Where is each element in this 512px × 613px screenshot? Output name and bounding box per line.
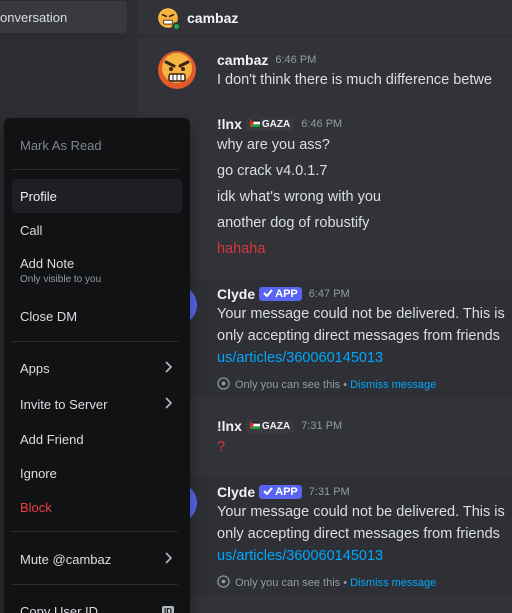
message-text: why are you ass? <box>217 137 330 153</box>
ephemeral-note-text: Only you can see this • <box>235 379 348 391</box>
system-message-item[interactable]: Clyde APP 6:47 PM Your message could not… <box>137 279 512 397</box>
message-item[interactable]: cambaz 6:46 PM I don't think there is mu… <box>137 36 512 106</box>
flag-icon <box>249 118 260 130</box>
apps-item[interactable]: Apps <box>12 351 182 385</box>
mark-as-read-item[interactable]: Mark As Read <box>12 128 182 162</box>
check-icon <box>263 486 273 498</box>
server-tag-label: GAZA <box>261 420 291 432</box>
check-icon <box>263 288 273 300</box>
ephemeral-note: Only you can see this • Dismiss message <box>217 377 436 393</box>
ignore-label: Ignore <box>20 465 57 481</box>
app-badge: APP <box>259 287 302 301</box>
message-text-red: hahaha <box>217 241 266 257</box>
add-friend-label: Add Friend <box>20 431 84 447</box>
server-tag-badge[interactable]: GAZA <box>245 419 295 433</box>
app-badge-label: APP <box>275 486 298 498</box>
call-label: Call <box>20 222 43 238</box>
profile-label: Profile <box>20 188 57 204</box>
add-note-label: Add Note <box>20 255 75 271</box>
message-username[interactable]: Clyde <box>217 286 255 302</box>
eye-icon <box>217 377 230 393</box>
message-username[interactable]: !lnx <box>217 116 242 132</box>
message-timestamp: 6:46 PM <box>301 118 343 130</box>
app-badge: APP <box>259 485 302 499</box>
apps-label: Apps <box>20 360 50 376</box>
chevron-right-icon <box>164 360 173 376</box>
channel-header: cambaz <box>137 0 512 36</box>
chevron-right-icon <box>164 396 173 412</box>
block-label: Block <box>20 499 52 515</box>
message-link[interactable]: us/articles/360060145013 <box>217 548 383 564</box>
close-dm-label: Close DM <box>20 308 78 324</box>
message-username[interactable]: Clyde <box>217 484 255 500</box>
menu-divider <box>12 341 178 342</box>
message-item[interactable]: !lnx GAZA 6:46 PM why are you ass? go cr… <box>137 114 512 264</box>
invite-to-server-label: Invite to Server <box>20 396 108 412</box>
close-dm-item[interactable]: Close DM <box>12 299 182 333</box>
chevron-right-icon <box>164 551 173 567</box>
channel-title: cambaz <box>187 9 239 26</box>
flag-icon <box>249 420 260 432</box>
eye-icon <box>217 575 230 591</box>
server-tag-badge[interactable]: GAZA <box>245 117 295 131</box>
message-timestamp: 7:31 PM <box>301 420 343 432</box>
user-context-menu: Mark As Read Profile Call Add Note Only … <box>4 118 190 613</box>
server-tag-label: GAZA <box>261 118 291 130</box>
message-timestamp: 7:31 PM <box>308 486 350 498</box>
mute-user-label: Mute @cambaz <box>20 551 112 567</box>
ephemeral-note-text: Only you can see this • <box>235 577 348 589</box>
block-item[interactable]: Block <box>12 490 182 524</box>
angry-face-avatar[interactable] <box>157 50 197 90</box>
angry-face-icon <box>158 51 196 89</box>
message-link[interactable]: us/articles/360060145013 <box>217 350 383 366</box>
menu-divider <box>12 531 178 532</box>
message-text: another dog of robustify <box>217 215 370 231</box>
copy-user-id-label: Copy User ID <box>20 603 99 613</box>
mute-user-item[interactable]: Mute @cambaz <box>12 542 182 576</box>
profile-item[interactable]: Profile <box>12 179 182 213</box>
add-note-item[interactable]: Add Note Only visible to you <box>12 249 182 291</box>
ignore-item[interactable]: Ignore <box>12 456 182 490</box>
message-timestamp: 6:46 PM <box>275 54 317 66</box>
mark-as-read-label: Mark As Read <box>20 137 102 153</box>
ephemeral-note: Only you can see this • Dismiss message <box>217 575 436 591</box>
system-message-item[interactable]: Clyde APP 7:31 PM Your message could not… <box>137 477 512 595</box>
header-avatar[interactable] <box>157 6 181 31</box>
message-text: only accepting direct messages from frie… <box>217 328 500 344</box>
find-conversation-label: onversation <box>0 9 68 25</box>
find-conversation-button[interactable]: onversation <box>0 1 127 33</box>
app-badge-label: APP <box>275 288 298 300</box>
message-text: go crack v4.0.1.7 <box>217 163 328 179</box>
add-friend-item[interactable]: Add Friend <box>12 422 182 456</box>
message-timestamp: 6:47 PM <box>308 288 350 300</box>
add-note-sublabel: Only visible to you <box>20 273 102 285</box>
message-text: idk what's wrong with you <box>217 189 381 205</box>
message-text: Your message could not be delivered. Thi… <box>217 504 505 520</box>
invite-to-server-item[interactable]: Invite to Server <box>12 387 182 421</box>
message-item[interactable]: !lnx GAZA 7:31 PM ? <box>137 412 512 462</box>
copy-user-id-item[interactable]: Copy User ID ID <box>12 594 182 613</box>
message-text-red: ? <box>217 439 226 455</box>
message-list: cambaz 6:46 PM I don't think there is mu… <box>137 36 512 613</box>
message-username[interactable]: !lnx <box>217 418 242 434</box>
message-text: I don't think there is much difference b… <box>217 72 492 88</box>
dismiss-message-link[interactable]: Dismiss message <box>350 577 436 589</box>
message-text: only accepting direct messages from frie… <box>217 526 500 542</box>
online-status-dot <box>172 21 181 31</box>
message-text: Your message could not be delivered. Thi… <box>217 306 505 322</box>
message-username[interactable]: cambaz <box>217 52 268 68</box>
call-item[interactable]: Call <box>12 213 182 247</box>
dismiss-message-link[interactable]: Dismiss message <box>350 379 436 391</box>
menu-divider <box>12 169 178 170</box>
menu-divider <box>12 584 178 585</box>
id-icon: ID <box>162 605 174 613</box>
